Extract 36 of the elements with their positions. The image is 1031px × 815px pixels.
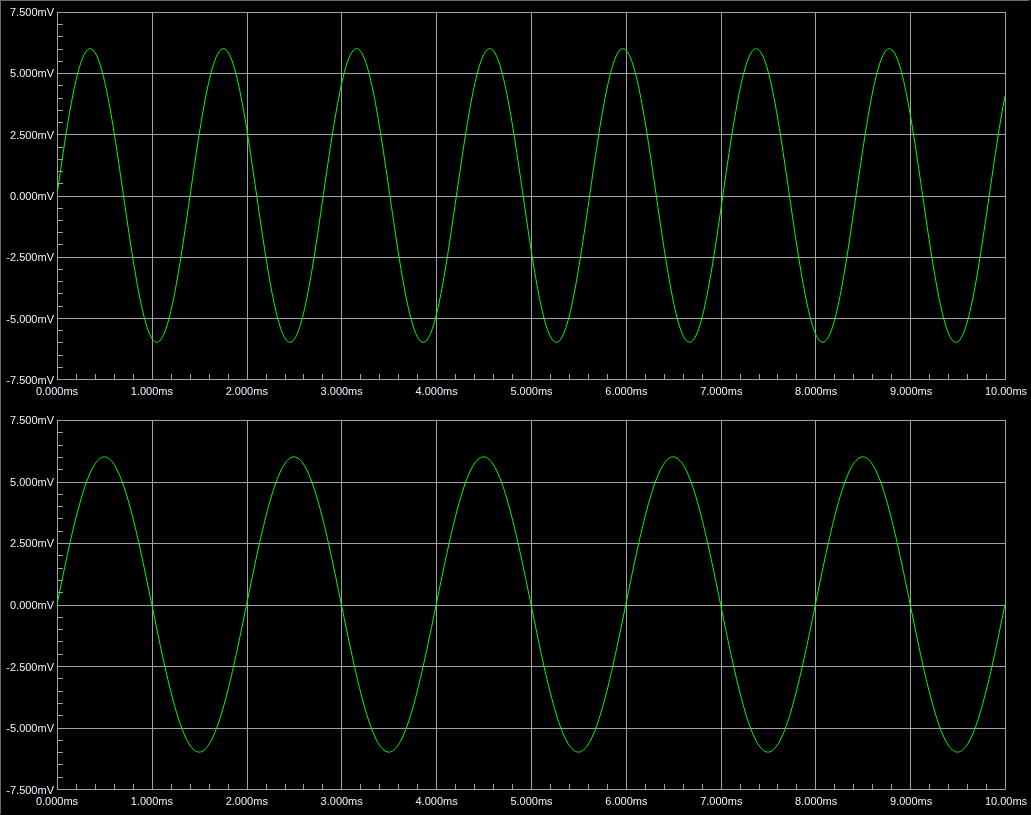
x-axis-label: 3.000ms — [320, 795, 363, 808]
x-axis-label: 1.000ms — [130, 795, 173, 808]
x-axis-label: 8.000ms — [795, 795, 838, 808]
y-axis-label: 0.000mV — [9, 189, 54, 203]
x-axis-label: 6.000ms — [605, 385, 648, 398]
y-axis-label: 7.500mV — [9, 413, 54, 427]
x-axis-label: 6.000ms — [605, 795, 648, 808]
x-axis-label: 8.000ms — [795, 385, 838, 398]
y-axis-label: 2.500mV — [9, 128, 54, 142]
y-axis-label: 5.000mV — [9, 475, 54, 489]
x-axis-label: 7.000ms — [700, 385, 743, 398]
y-axis-label: -5.000mV — [6, 721, 54, 735]
x-axis-label: 5.000ms — [510, 795, 553, 808]
x-axis-label: 10.00ms — [984, 385, 1028, 398]
x-axis-label: 0.000ms — [35, 795, 79, 808]
y-axis-label: -2.500mV — [6, 660, 54, 674]
x-axis-label: 0.000ms — [35, 385, 79, 398]
y-axis-label: 5.000mV — [9, 66, 54, 80]
x-axis-label: 10.00ms — [984, 795, 1028, 808]
y-axis-label: -5.000mV — [6, 312, 54, 326]
x-axis-label: 5.000ms — [510, 385, 553, 398]
y-axis-label: -2.500mV — [6, 250, 54, 264]
x-axis-label: 4.000ms — [415, 795, 458, 808]
x-axis-label: 2.000ms — [225, 385, 268, 398]
x-axis-label: 9.000ms — [890, 385, 933, 398]
x-axis-label: 1.000ms — [130, 385, 173, 398]
y-axis-label: -7.500mV — [6, 783, 54, 797]
y-axis-label: -7.500mV — [6, 373, 54, 387]
x-axis-label: 2.000ms — [225, 795, 268, 808]
x-axis-label: 7.000ms — [700, 795, 743, 808]
x-axis-label: 3.000ms — [320, 385, 363, 398]
x-axis-label: 9.000ms — [890, 795, 933, 808]
y-axis-label: 2.500mV — [9, 536, 54, 550]
y-axis-label: 0.000mV — [9, 598, 54, 612]
x-axis-label: 4.000ms — [415, 385, 458, 398]
y-axis-label: 7.500mV — [9, 5, 54, 19]
